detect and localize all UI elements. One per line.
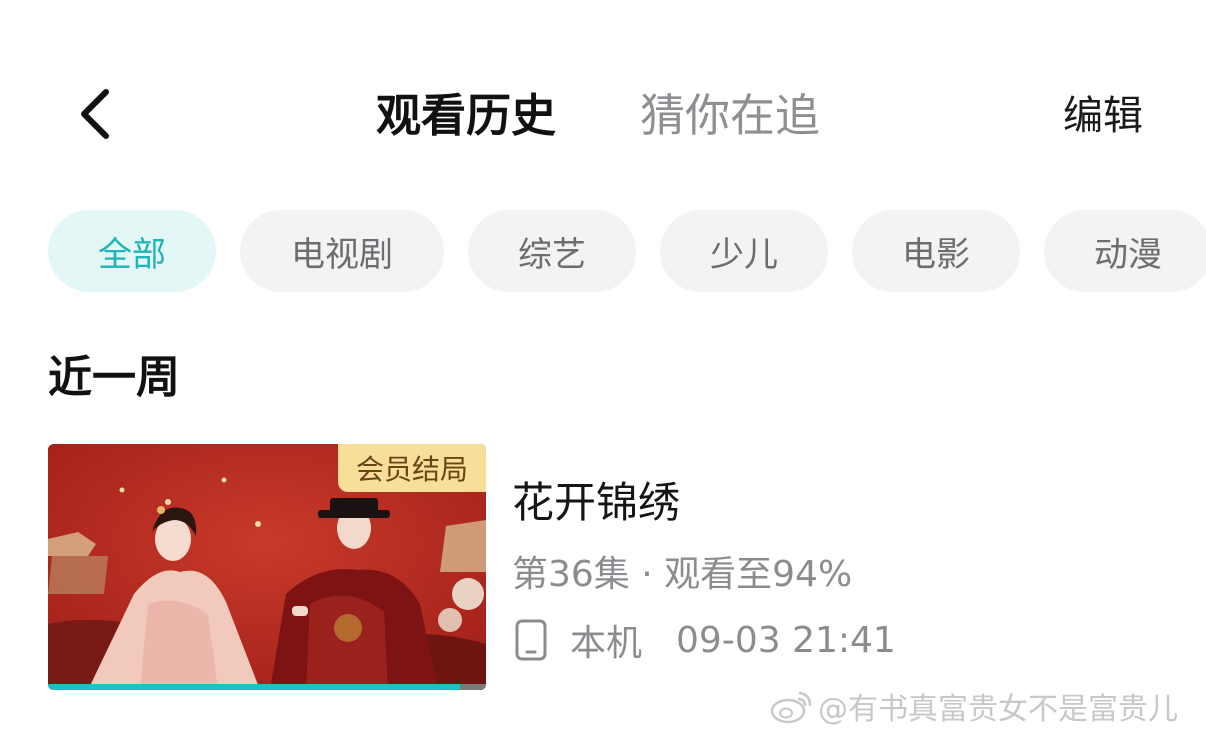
filter-chip-kids[interactable]: 少儿 — [660, 210, 828, 292]
history-item[interactable]: 会员结局 花开锦绣 第36集 · 观看至94% 本机 09-03 21:41 — [48, 444, 1168, 694]
filter-chip-variety[interactable]: 综艺 — [468, 210, 636, 292]
vip-finale-badge: 会员结局 — [337, 444, 486, 492]
watch-device-info: 本机 09-03 21:41 — [514, 616, 896, 664]
watch-progress-bar — [48, 684, 486, 690]
chevron-left-icon — [81, 89, 109, 139]
poster-thumbnail[interactable]: 会员结局 — [48, 444, 486, 690]
watch-progress-fill — [48, 684, 460, 690]
watch-history-screen: 观看历史 猜你在追 编辑 全部 电视剧 综艺 少儿 电影 动漫 近一周 会员结局… — [0, 0, 1206, 734]
show-title[interactable]: 花开锦绣 — [512, 476, 680, 530]
weibo-icon — [770, 691, 812, 724]
watermark: @有书真富贵女不是富贵儿 — [768, 684, 1178, 728]
filter-chip-anime[interactable]: 动漫 — [1044, 210, 1206, 292]
device-label: 本机 — [570, 623, 643, 664]
edit-button[interactable]: 编辑 — [1063, 88, 1143, 144]
phone-icon — [515, 619, 547, 661]
filter-chip-tv[interactable]: 电视剧 — [240, 210, 444, 292]
watermark-text: @有书真富贵女不是富贵儿 — [818, 692, 1178, 727]
filter-chip-all[interactable]: 全部 — [48, 210, 216, 292]
section-title-recent-week: 近一周 — [48, 352, 180, 403]
watch-timestamp: 09-03 21:41 — [676, 619, 896, 661]
episode-progress-text: 第36集 · 观看至94% — [512, 554, 853, 595]
back-button[interactable] — [66, 80, 126, 148]
filter-chip-movie[interactable]: 电影 — [852, 210, 1020, 292]
tab-watch-history[interactable]: 观看历史 — [376, 86, 556, 146]
category-filter-row: 全部 电视剧 综艺 少儿 电影 动漫 — [0, 210, 1206, 294]
tab-recommended[interactable]: 猜你在追 — [640, 86, 820, 146]
